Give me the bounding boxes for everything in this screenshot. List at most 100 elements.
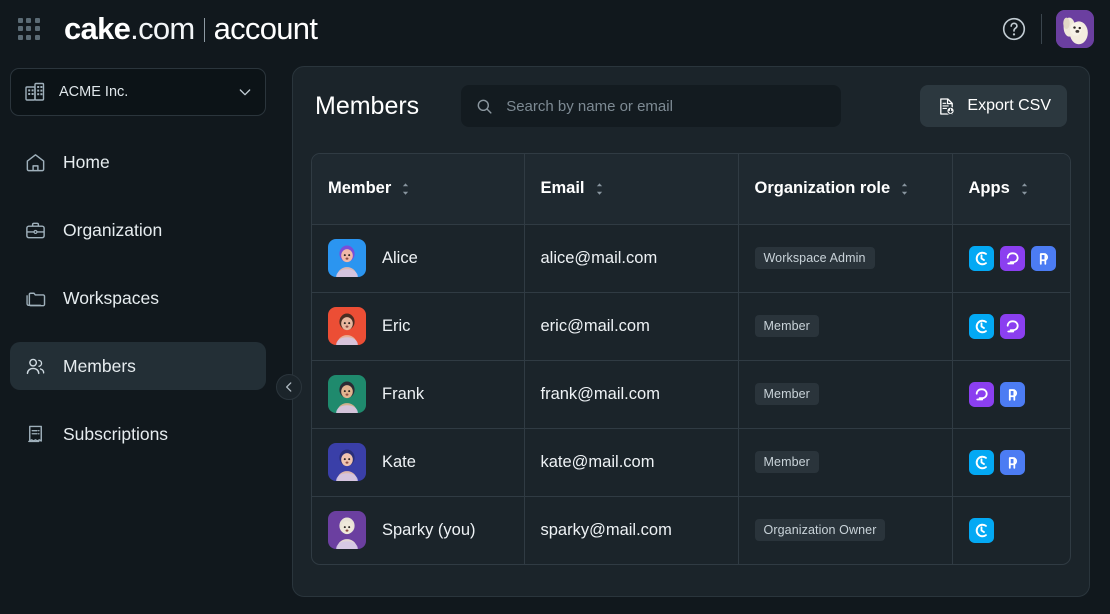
briefcase-icon <box>26 222 45 238</box>
chevron-down-icon <box>239 89 251 96</box>
cell-member: Frank <box>312 360 525 429</box>
column-label: Organization role <box>754 179 891 198</box>
column-header-email[interactable]: Email <box>524 154 739 225</box>
cell-email: alice@mail.com <box>524 224 739 293</box>
cell-apps <box>952 428 1070 497</box>
column-header-organization-role[interactable]: Organization role <box>738 154 953 225</box>
status-badge: Member <box>754 383 819 405</box>
table-row[interactable]: Kate kate@mail.com Member <box>312 428 1070 497</box>
cell-email: sparky@mail.com <box>524 496 739 564</box>
avatar <box>328 443 366 481</box>
column-header-apps[interactable]: Apps <box>952 154 1070 225</box>
plaky-app-icon[interactable] <box>999 381 1025 407</box>
brand-logo[interactable]: cake .com account <box>64 11 318 47</box>
export-csv-label: Export CSV <box>967 97 1051 114</box>
table-body: Alice alice@mail.com Workspace Admin Eri… <box>312 224 1070 564</box>
clockify-app-icon[interactable] <box>968 517 994 543</box>
status-badge: Organization Owner <box>754 519 886 542</box>
top-bar: cake .com account <box>0 0 1110 58</box>
sidebar-collapse-button[interactable] <box>276 374 302 400</box>
clockify-app-icon[interactable] <box>968 449 994 475</box>
sort-arrows-icon <box>1021 183 1027 195</box>
home-icon <box>26 153 45 171</box>
org-selector[interactable]: ACME Inc. <box>10 68 266 116</box>
members-panel: Members Export CSV <box>292 66 1090 597</box>
member-email: frank@mail.com <box>540 384 660 403</box>
top-bar-divider <box>1041 14 1042 44</box>
table-header-row: Member Email Organization role Apps <box>312 154 1070 225</box>
page-title: Members <box>315 91 420 120</box>
members-table: Member Email Organization role Apps Alic… <box>312 154 1070 564</box>
pumble-app-icon[interactable] <box>999 313 1025 339</box>
status-badge: Member <box>754 451 819 473</box>
cell-role: Member <box>738 428 953 497</box>
building-icon <box>25 82 45 101</box>
avatar[interactable] <box>1056 10 1094 48</box>
table-row[interactable]: Sparky (you) sparky@mail.com Organizatio… <box>312 496 1070 564</box>
plaky-app-icon[interactable] <box>1030 245 1056 271</box>
sort-arrows-icon <box>902 183 908 195</box>
search-box[interactable] <box>461 85 842 127</box>
search-input[interactable] <box>506 97 817 115</box>
avatar <box>328 239 366 277</box>
table-row[interactable]: Alice alice@mail.com Workspace Admin <box>312 224 1070 293</box>
grid-apps-icon[interactable] <box>16 16 42 42</box>
sidebar-item-label: Subscriptions <box>63 423 169 444</box>
column-label: Email <box>540 179 585 198</box>
pumble-app-icon[interactable] <box>999 245 1025 271</box>
cell-apps <box>952 360 1070 429</box>
pumble-app-icon[interactable] <box>968 381 994 407</box>
sidebar-item-workspaces[interactable]: Workspaces <box>10 274 266 322</box>
cell-email: kate@mail.com <box>524 428 739 497</box>
apps-list <box>968 245 1061 271</box>
export-csv-button[interactable]: Export CSV <box>920 85 1067 127</box>
avatar-image <box>328 443 366 481</box>
table-row[interactable]: Frank frank@mail.com Member <box>312 360 1070 429</box>
cell-apps <box>952 496 1070 564</box>
sidebar-item-label: Workspaces <box>63 287 159 308</box>
clockify-app-icon[interactable] <box>968 313 994 339</box>
column-label: Member <box>328 179 392 198</box>
brand-divider <box>203 18 205 42</box>
status-badge: Member <box>754 315 819 337</box>
apps-list <box>968 313 1061 339</box>
sidebar-item-organization[interactable]: Organization <box>10 206 266 254</box>
sort-arrows-icon <box>596 183 602 195</box>
cell-role: Organization Owner <box>738 496 953 564</box>
sidebar-item-members[interactable]: Members <box>10 342 266 390</box>
cell-member: Kate <box>312 428 525 497</box>
member-email: sparky@mail.com <box>540 520 672 539</box>
brand-product: account <box>213 11 318 46</box>
members-table-wrapper: Member Email Organization role Apps Alic… <box>311 153 1071 565</box>
sidebar-item-label: Members <box>63 355 136 376</box>
sidebar-item-label: Home <box>63 151 110 172</box>
people-icon <box>26 358 45 374</box>
sidebar-nav: Home Organization Workspaces Members Sub… <box>10 138 266 478</box>
cell-role: Workspace Admin <box>738 224 953 293</box>
chevron-left-icon <box>286 382 292 392</box>
apps-list <box>968 381 1061 407</box>
clockify-app-icon[interactable] <box>968 245 994 271</box>
avatar-sparky-image <box>1056 10 1094 48</box>
member-email: eric@mail.com <box>540 316 650 335</box>
avatar-image <box>328 375 366 413</box>
search-icon <box>477 99 492 114</box>
plaky-app-icon[interactable] <box>999 449 1025 475</box>
sort-arrows-icon <box>403 183 409 195</box>
receipt-icon <box>28 425 42 442</box>
avatar-image <box>328 239 366 277</box>
column-header-member[interactable]: Member <box>312 154 525 225</box>
cell-email: eric@mail.com <box>524 292 739 361</box>
folders-icon <box>26 292 46 306</box>
sidebar-item-subscriptions[interactable]: Subscriptions <box>10 410 266 458</box>
sidebar-item-home[interactable]: Home <box>10 138 266 186</box>
help-circle-icon[interactable] <box>1001 16 1027 42</box>
top-bar-actions <box>1001 10 1110 48</box>
avatar-image <box>328 307 366 345</box>
account-members-page: cake .com account ACME Inc. Home Organiz… <box>0 0 1110 614</box>
cell-role: Member <box>738 360 953 429</box>
brand-domain: .com <box>130 11 195 46</box>
sidebar-item-label: Organization <box>63 219 163 240</box>
table-row[interactable]: Eric eric@mail.com Member <box>312 292 1070 361</box>
apps-list <box>968 449 1061 475</box>
